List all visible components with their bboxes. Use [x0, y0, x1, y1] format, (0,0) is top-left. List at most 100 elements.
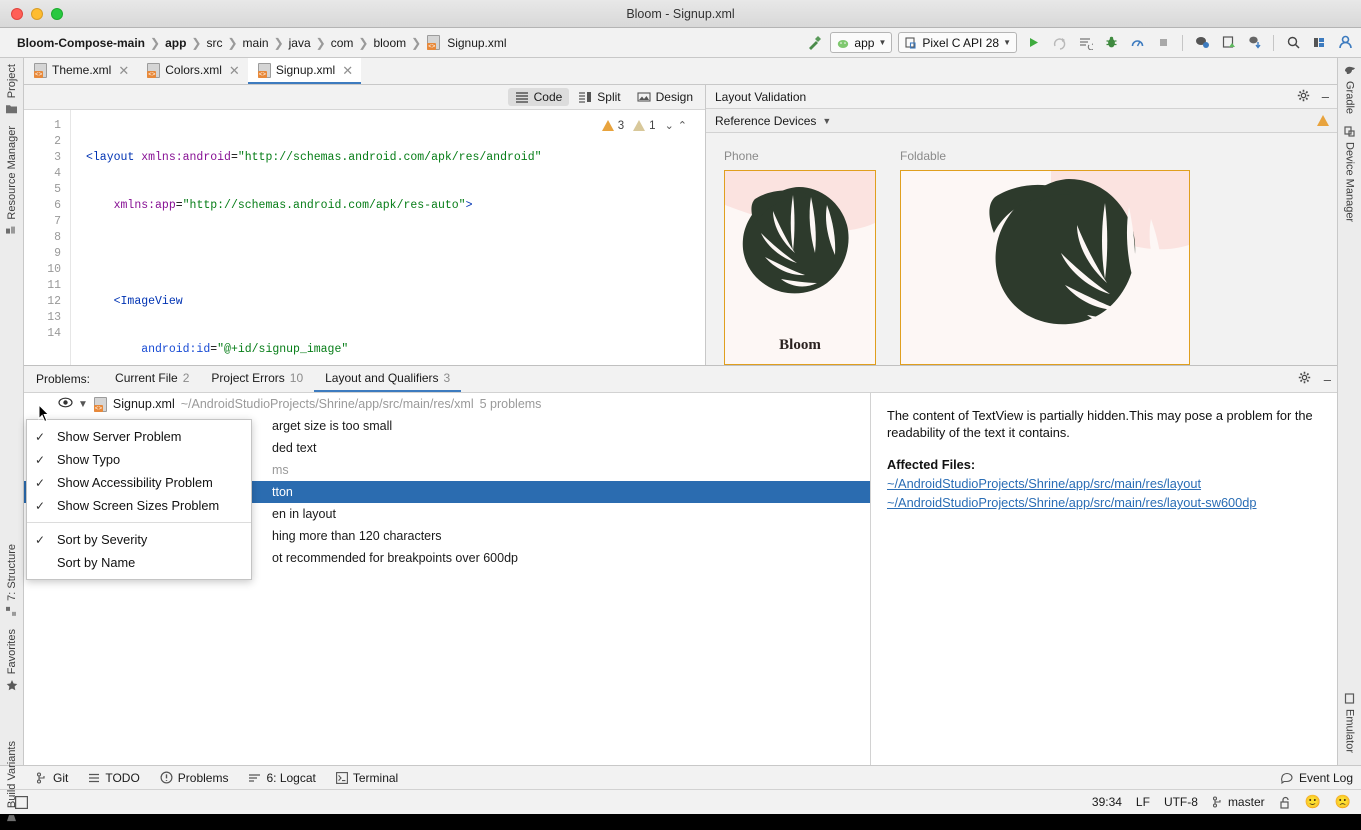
filter-context-menu[interactable]: ✓ Show Server Problem ✓ Show Typo ✓ Show… — [26, 419, 252, 580]
sync-gradle-icon[interactable] — [1244, 33, 1264, 53]
profiler-icon[interactable] — [1127, 33, 1147, 53]
build-variants-icon — [6, 813, 17, 824]
sidebar-item-device-manager[interactable]: Device Manager — [1344, 120, 1356, 228]
run-configuration-selector[interactable]: app ▼ — [830, 32, 892, 53]
tool-window-problems[interactable]: Problems — [160, 771, 229, 785]
tool-window-todo[interactable]: TODO — [88, 771, 139, 785]
sdk-manager-icon[interactable] — [1192, 33, 1212, 53]
tab-label: Project Errors — [211, 371, 284, 385]
window-title: Bloom - Signup.xml — [0, 7, 1361, 21]
breadcrumb-item-bloom[interactable]: bloom — [370, 36, 409, 50]
editor-mode-design[interactable]: Design — [630, 88, 700, 106]
warning-triangle-icon[interactable] — [1317, 115, 1329, 126]
minimize-icon[interactable]: – — [1322, 89, 1329, 104]
editor-tab-label: Theme.xml — [52, 63, 111, 77]
preview-phone[interactable]: Phone — [724, 149, 876, 365]
affected-file-link[interactable]: ~/AndroidStudioProjects/Shrine/app/src/m… — [887, 495, 1321, 510]
sidebar-item-structure[interactable]: 7: Structure — [6, 538, 18, 623]
tab-current-file[interactable]: Current File 2 — [104, 366, 200, 392]
editor-tab-colors[interactable]: Colors.xml ✕ — [137, 58, 248, 84]
editor-mode-code[interactable]: Code — [508, 88, 570, 106]
happy-face-icon[interactable]: 🙂 — [1305, 794, 1321, 810]
line-separator[interactable]: LF — [1136, 795, 1150, 809]
device-manager-icon — [1344, 126, 1355, 137]
check-icon: ✓ — [35, 499, 57, 513]
breadcrumb-item-file[interactable]: Signup.xml — [444, 36, 509, 50]
device-previews: Phone — [706, 133, 1337, 365]
sidebar-item-project[interactable]: Project — [6, 58, 18, 120]
breadcrumb-item-main[interactable]: main — [240, 36, 272, 50]
sad-face-icon[interactable]: 🙁 — [1335, 794, 1351, 810]
apply-changes-icon[interactable] — [1049, 33, 1069, 53]
git-branch-widget[interactable]: master — [1212, 795, 1265, 809]
unlock-icon[interactable] — [1279, 796, 1291, 809]
line-number: 8 — [24, 230, 70, 246]
tool-window-logcat[interactable]: 6: Logcat — [248, 771, 315, 785]
breadcrumb[interactable]: Bloom-Compose-main ❯ app ❯ src ❯ main ❯ … — [14, 35, 510, 50]
preview-canvas[interactable] — [900, 170, 1190, 365]
event-log-button[interactable]: Event Log — [1281, 771, 1353, 785]
layout-inspector-icon[interactable] — [1309, 33, 1329, 53]
problem-text: ms — [272, 463, 289, 477]
code-editor[interactable]: 1 2 3 4 5 6 7 8 9 10 11 12 13 — [24, 110, 705, 365]
gear-icon[interactable] — [1298, 371, 1311, 387]
debug-icon[interactable] — [1101, 33, 1121, 53]
avd-manager-icon[interactable] — [1218, 33, 1238, 53]
sidebar-item-build-variants[interactable]: Build Variants — [6, 735, 18, 830]
chevron-down-icon[interactable]: ▼ — [822, 116, 831, 126]
reference-devices-label[interactable]: Reference Devices — [715, 114, 816, 128]
apply-code-changes-icon[interactable] — [1075, 33, 1095, 53]
tab-layout-and-qualifiers[interactable]: Layout and Qualifiers 3 — [314, 366, 461, 392]
eye-filter-icon[interactable] — [58, 395, 74, 411]
sidebar-item-emulator[interactable]: Emulator — [1344, 687, 1356, 759]
preview-foldable[interactable]: Foldable — [900, 149, 1190, 365]
tool-window-git[interactable]: Git — [36, 771, 68, 785]
menu-item-sort-by-name[interactable]: Sort by Name — [27, 551, 251, 574]
workspace: Project Resource Manager 7: Structure Fa… — [0, 58, 1361, 765]
close-icon[interactable]: ✕ — [340, 64, 353, 77]
menu-item-show-accessibility-problem[interactable]: ✓ Show Accessibility Problem — [27, 471, 251, 494]
hammer-icon[interactable] — [804, 33, 824, 53]
breadcrumb-item-src[interactable]: src — [203, 36, 225, 50]
preview-canvas[interactable]: Bloom — [724, 170, 876, 365]
account-icon[interactable] — [1335, 33, 1355, 53]
menu-item-show-screen-sizes-problem[interactable]: ✓ Show Screen Sizes Problem — [27, 494, 251, 517]
breadcrumb-item-com[interactable]: com — [328, 36, 357, 50]
tab-project-errors[interactable]: Project Errors 10 — [200, 366, 314, 392]
breadcrumb-item-java[interactable]: java — [286, 36, 314, 50]
sidebar-item-favorites[interactable]: Favorites — [6, 623, 18, 697]
editor-tab-theme[interactable]: Theme.xml ✕ — [24, 58, 137, 84]
sidebar-item-resource-manager[interactable]: Resource Manager — [6, 120, 18, 242]
chevron-down-icon[interactable]: ▼ — [78, 399, 88, 410]
sidebar-item-gradle[interactable]: Gradle — [1344, 58, 1356, 120]
menu-item-sort-by-severity[interactable]: ✓ Sort by Severity — [27, 528, 251, 551]
close-icon[interactable]: ✕ — [227, 64, 240, 77]
breadcrumb-item-app[interactable]: app — [162, 36, 189, 50]
search-icon[interactable] — [1283, 33, 1303, 53]
problems-file-row[interactable]: ▼ Signup.xml ~/AndroidStudioProjects/Shr… — [24, 393, 870, 415]
chevron-up-icon[interactable]: ⌃ — [678, 119, 687, 132]
device-selector[interactable]: Pixel C API 28 ▼ — [898, 32, 1017, 53]
caret-position[interactable]: 39:34 — [1092, 795, 1122, 809]
code-text[interactable]: <layout xmlns:android="http://schemas.an… — [71, 110, 705, 365]
gear-icon[interactable] — [1297, 89, 1310, 105]
editor-tab-signup[interactable]: Signup.xml ✕ — [248, 58, 361, 84]
line-number-gutter: 1 2 3 4 5 6 7 8 9 10 11 12 13 — [24, 110, 71, 365]
run-icon[interactable] — [1023, 33, 1043, 53]
minimize-icon[interactable]: – — [1324, 372, 1331, 387]
xml-file-icon — [427, 35, 440, 50]
tool-window-terminal[interactable]: Terminal — [336, 771, 398, 785]
breadcrumb-item-project[interactable]: Bloom-Compose-main — [14, 36, 148, 50]
menu-item-show-typo[interactable]: ✓ Show Typo — [27, 448, 251, 471]
file-path: ~/AndroidStudioProjects/Shrine/app/src/m… — [181, 397, 474, 411]
inspection-summary[interactable]: 3 1 ⌄ ⌃ — [602, 119, 687, 132]
preview-label: Foldable — [900, 149, 1190, 163]
editor-mode-split[interactable]: Split — [571, 88, 627, 106]
file-encoding[interactable]: UTF-8 — [1164, 795, 1198, 809]
problems-list[interactable]: ▼ Signup.xml ~/AndroidStudioProjects/Shr… — [24, 393, 871, 765]
code-line: <ImageView — [86, 294, 705, 310]
close-icon[interactable]: ✕ — [116, 64, 129, 77]
affected-file-link[interactable]: ~/AndroidStudioProjects/Shrine/app/src/m… — [887, 476, 1321, 491]
menu-item-show-server-problem[interactable]: ✓ Show Server Problem — [27, 425, 251, 448]
chevron-down-icon[interactable]: ⌄ — [665, 119, 674, 132]
